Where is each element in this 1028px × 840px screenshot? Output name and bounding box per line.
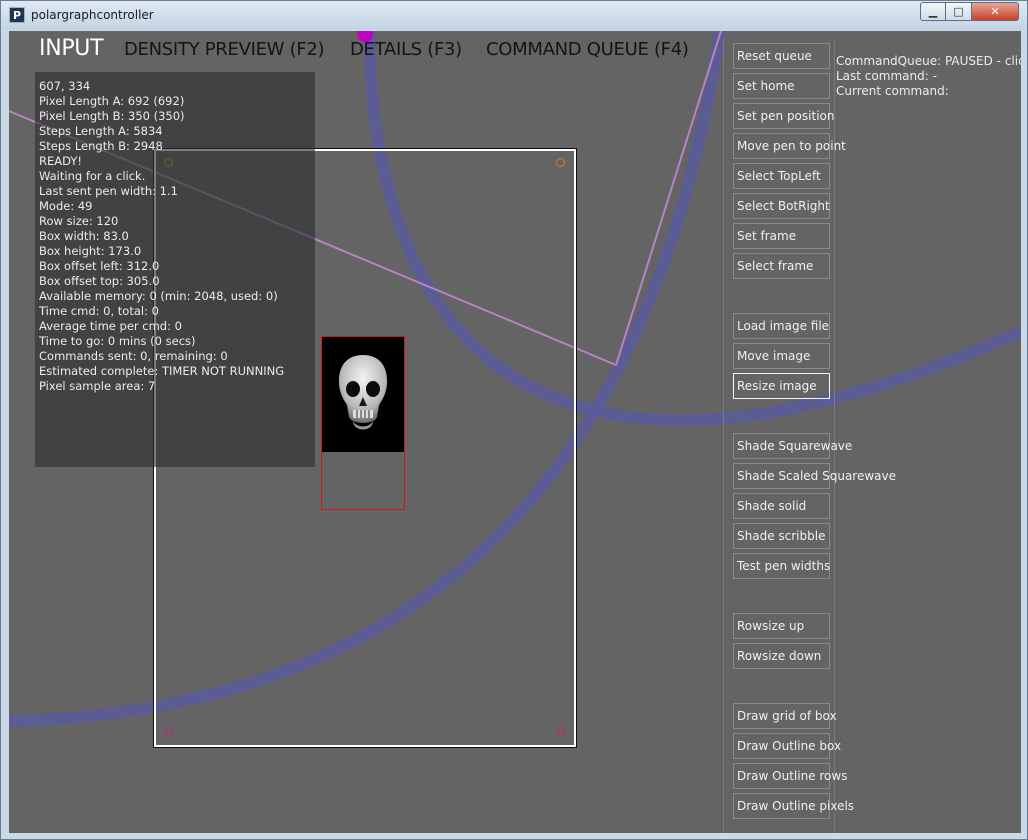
info-line: Commands sent: 0, remaining: 0 (39, 349, 228, 363)
loaded-image (322, 337, 404, 452)
title-bar[interactable]: P polargraphcontroller ▁ □ ✕ (1, 1, 1027, 30)
shade-solid-button[interactable]: Shade solid (733, 493, 830, 519)
shade-squarewave-button[interactable]: Shade Squarewave (733, 433, 852, 459)
drawing-canvas[interactable]: INPUT DENSITY PREVIEW (F2) DETAILS (F3) … (9, 31, 1021, 833)
minimize-button[interactable]: ▁ (920, 2, 946, 21)
info-line: Available memory: 0 (min: 2048, used: 0) (39, 289, 278, 303)
move-image-button[interactable]: Move image (733, 343, 830, 369)
rowsize-down-button[interactable]: Rowsize down (733, 643, 830, 669)
test-pen-widths-button[interactable]: Test pen widths (733, 553, 830, 579)
corner-marker-top-right (556, 158, 565, 167)
info-line: Box width: 83.0 (39, 229, 129, 243)
tab-input[interactable]: INPUT (39, 36, 104, 61)
close-button[interactable]: ✕ (972, 2, 1019, 21)
info-line: Box height: 173.0 (39, 244, 142, 258)
app-icon: P (9, 7, 25, 23)
tab-density-preview[interactable]: DENSITY PREVIEW (F2) (124, 39, 325, 60)
shade-scribble-button[interactable]: Shade scribble (733, 523, 830, 549)
select-topleft-button[interactable]: Select TopLeft (733, 163, 830, 189)
maximize-button[interactable]: □ (946, 2, 972, 21)
select-frame-button[interactable]: Select frame (733, 253, 830, 279)
last-command: Last command: - (836, 69, 937, 83)
info-line: Row size: 120 (39, 214, 119, 228)
tab-command-queue[interactable]: COMMAND QUEUE (F4) (486, 39, 689, 60)
rowsize-up-button[interactable]: Rowsize up (733, 613, 830, 639)
info-line: Last sent pen width: 1.1 (39, 184, 178, 198)
info-line: Estimated complete: TIMER NOT RUNNING (39, 364, 285, 378)
draw-outline-pixels-button[interactable]: Draw Outline pixels (733, 793, 854, 819)
reset-queue-button[interactable]: Reset queue (733, 43, 830, 69)
image-box[interactable] (321, 336, 405, 510)
cord-b (615, 31, 722, 366)
info-line: Steps Length A: 5834 (39, 124, 163, 138)
info-line: Box offset left: 312.0 (39, 259, 160, 273)
info-line: Box offset top: 305.0 (39, 274, 160, 288)
set-home-button[interactable]: Set home (733, 73, 830, 99)
info-line: Pixel Length B: 350 (350) (39, 109, 185, 123)
info-line: 607, 334 (39, 79, 91, 93)
machine-info-list: 607, 334 Pixel Length A: 692 (692) Pixel L… (39, 79, 284, 394)
command-queue-status: CommandQueue: PAUSED - click Last comman… (836, 54, 1021, 99)
tab-details[interactable]: DETAILS (F3) (350, 39, 462, 60)
info-line: Mode: 49 (39, 199, 93, 213)
window-title: polargraphcontroller (31, 8, 154, 22)
select-botright-button[interactable]: Select BotRight (733, 193, 830, 219)
corner-marker-bottom-left (164, 727, 173, 736)
current-command: Current command: (836, 84, 949, 98)
draw-outline-box-button[interactable]: Draw Outline box (733, 733, 841, 759)
skull-icon (338, 355, 388, 430)
info-line: Time to go: 0 mins (0 secs) (39, 334, 196, 348)
info-line: READY! (39, 154, 82, 168)
info-line: Steps Length B: 2948 (39, 139, 163, 153)
info-line: Average time per cmd: 0 (39, 319, 182, 333)
shade-scaled-squarewave-button[interactable]: Shade Scaled Squarewave (733, 463, 896, 489)
app-window: P polargraphcontroller ▁ □ ✕ INPUT DENSI… (0, 0, 1028, 840)
draw-grid-of-box-button[interactable]: Draw grid of box (733, 703, 837, 729)
resize-image-button[interactable]: Resize image (733, 373, 830, 399)
info-line: Waiting for a click. (39, 169, 146, 183)
set-frame-button[interactable]: Set frame (733, 223, 830, 249)
queue-state: CommandQueue: PAUSED - click (836, 54, 1021, 68)
load-image-file-button[interactable]: Load image file (733, 313, 830, 339)
info-line: Pixel Length A: 692 (692) (39, 94, 185, 108)
info-line: Pixel sample area: 7 (39, 379, 156, 393)
set-pen-position-button[interactable]: Set pen position (733, 103, 834, 129)
corner-marker-bottom-right (556, 727, 565, 736)
draw-outline-rows-button[interactable]: Draw Outline rows (733, 763, 847, 789)
info-line: Time cmd: 0, total: 0 (39, 304, 159, 318)
move-pen-to-point-button[interactable]: Move pen to point (733, 133, 846, 159)
